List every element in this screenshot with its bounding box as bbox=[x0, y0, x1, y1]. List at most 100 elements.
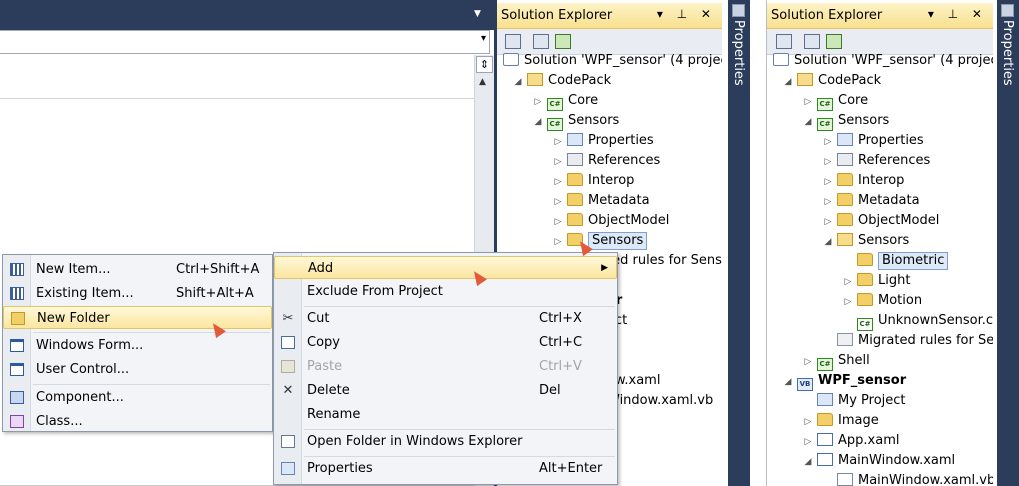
tree-item-label: Sensors bbox=[858, 233, 910, 248]
menu-item-add[interactable]: Add ▶ bbox=[274, 256, 617, 279]
properties-side-tab[interactable]: Properties bbox=[997, 0, 1019, 486]
menu-item-user-control[interactable]: User Control... bbox=[3, 358, 272, 381]
tree-item[interactable]: ▷ App.xaml bbox=[799, 431, 899, 451]
expanded-arrow-icon[interactable]: ◢ bbox=[509, 72, 527, 92]
tree-item[interactable]: ▷ Light bbox=[839, 271, 910, 291]
tree-item[interactable]: ◢ CodePack bbox=[779, 71, 881, 91]
menu-item-windows-form[interactable]: Windows Form... bbox=[3, 334, 272, 357]
collapsed-arrow-icon[interactable]: ▷ bbox=[819, 132, 837, 152]
split-handle-icon[interactable]: ⇕ bbox=[476, 56, 493, 73]
tree-item[interactable]: ▷ Interop bbox=[819, 171, 904, 191]
collapsed-arrow-icon[interactable]: ▷ bbox=[839, 292, 857, 312]
tree-item[interactable]: ◢ VB WPF_sensor bbox=[779, 371, 906, 391]
expanded-arrow-icon[interactable]: ◢ bbox=[819, 232, 837, 252]
expanded-arrow-icon[interactable]: ◢ bbox=[799, 452, 817, 472]
expanded-arrow-icon[interactable]: ◢ bbox=[779, 72, 797, 92]
solution-node[interactable]: Solution 'WPF_sensor' (4 projects) bbox=[773, 51, 993, 71]
show-all-files-icon[interactable] bbox=[533, 34, 549, 49]
tree-item[interactable]: ▷ ObjectModel bbox=[819, 211, 939, 231]
tree-item[interactable]: ▷ C# Shell bbox=[799, 351, 870, 371]
menu-item-cut[interactable]: ✂ Cut Ctrl+X bbox=[274, 307, 617, 330]
tree-item[interactable]: ◢ MainWindow.xaml bbox=[799, 451, 955, 471]
window-controls[interactable]: ▾ ⊥ ✕ bbox=[928, 7, 987, 21]
tree-item[interactable]: ◢ C# Sensors bbox=[529, 111, 619, 131]
tree-item[interactable]: ▷ Properties bbox=[819, 131, 924, 151]
pin-icon[interactable] bbox=[1001, 4, 1014, 17]
tree-item[interactable]: ▷ Sensors bbox=[549, 231, 648, 252]
tree-item-label: App.xaml bbox=[838, 433, 900, 448]
collapsed-arrow-icon[interactable]: ▷ bbox=[549, 212, 567, 232]
tree-item[interactable]: ▷ Metadata bbox=[819, 191, 920, 211]
collapse-all-icon[interactable] bbox=[776, 34, 792, 49]
collapsed-arrow-icon[interactable]: ▷ bbox=[549, 232, 567, 252]
collapsed-arrow-icon[interactable]: ▷ bbox=[549, 132, 567, 152]
properties-folder-icon bbox=[567, 133, 583, 146]
tree-item[interactable]: ▷ Motion bbox=[839, 291, 922, 311]
member-dropdown[interactable]: ▾ bbox=[0, 30, 490, 54]
expanded-arrow-icon[interactable]: ◢ bbox=[779, 372, 797, 392]
menu-item-open-folder-in-windows-explorer[interactable]: Open Folder in Windows Explorer bbox=[274, 430, 617, 453]
menu-item-copy[interactable]: Copy Ctrl+C bbox=[274, 331, 617, 354]
collapsed-arrow-icon[interactable]: ▷ bbox=[549, 192, 567, 212]
tree-item[interactable]: ▷ Interop bbox=[549, 171, 634, 191]
tree-item[interactable]: ▷ C# Core bbox=[799, 91, 868, 111]
show-all-files-icon[interactable] bbox=[804, 34, 820, 49]
menu-item-delete[interactable]: ✕ Delete Del bbox=[274, 379, 617, 402]
tree-item[interactable]: ◢ CodePack bbox=[509, 71, 611, 91]
tree-item[interactable]: MainWindow.xaml.vb bbox=[819, 471, 993, 486]
collapse-all-icon[interactable] bbox=[505, 34, 521, 49]
tree-item[interactable]: ▷ Image bbox=[799, 411, 879, 431]
tree-item[interactable]: ◢ Sensors bbox=[819, 231, 909, 251]
menu-item-paste[interactable]: Paste Ctrl+V bbox=[274, 355, 617, 378]
chevron-down-icon[interactable]: ▾ bbox=[481, 33, 486, 44]
tree-item[interactable]: ▷ References bbox=[549, 151, 660, 171]
tree-item-fragment[interactable]: ted rules for Sens bbox=[607, 251, 722, 271]
refresh-icon[interactable] bbox=[555, 34, 571, 49]
tree-item[interactable]: ▷ References bbox=[819, 151, 930, 171]
tree-item[interactable]: My Project bbox=[799, 391, 906, 411]
solution-node[interactable]: Solution 'WPF_sensor' (4 projects) bbox=[503, 51, 722, 71]
window-controls[interactable]: ▾ ⊥ ✕ bbox=[657, 7, 716, 21]
menu-item-rename[interactable]: Rename bbox=[274, 403, 617, 426]
solution-explorer-titlebar[interactable]: Solution Explorer ▾ ⊥ ✕ bbox=[497, 3, 722, 29]
solution-explorer-titlebar[interactable]: Solution Explorer ▾ ⊥ ✕ bbox=[767, 3, 993, 29]
collapsed-arrow-icon[interactable]: ▷ bbox=[799, 432, 817, 452]
menu-item-existing-item[interactable]: Existing Item... Shift+Alt+A bbox=[3, 282, 272, 305]
collapsed-arrow-icon[interactable]: ▷ bbox=[819, 192, 837, 212]
menu-item-new-item[interactable]: New Item... Ctrl+Shift+A bbox=[3, 258, 272, 281]
menu-item-component[interactable]: Component... bbox=[3, 386, 272, 409]
tree-item[interactable]: Biometric bbox=[839, 251, 949, 271]
collapsed-arrow-icon[interactable]: ▷ bbox=[549, 172, 567, 192]
tree-item-label: My Project bbox=[838, 393, 906, 408]
collapsed-arrow-icon[interactable]: ▷ bbox=[799, 412, 817, 432]
tree-item-fragment[interactable]: Window.xaml.vb bbox=[607, 391, 713, 411]
tree-item[interactable]: ▷ Metadata bbox=[549, 191, 650, 211]
collapsed-arrow-icon[interactable]: ▷ bbox=[799, 352, 817, 372]
tree-item[interactable]: C# UnknownSensor.cs bbox=[839, 311, 993, 331]
collapsed-arrow-icon[interactable]: ▷ bbox=[819, 172, 837, 192]
left-screenshot: ▼ ▾ ⇕ ▲ Solution Explorer ▾ ⊥ ✕ Solution… bbox=[0, 0, 752, 486]
collapsed-arrow-icon[interactable]: ▷ bbox=[819, 152, 837, 172]
collapsed-arrow-icon[interactable]: ▷ bbox=[529, 92, 547, 112]
properties-side-tab[interactable]: Properties bbox=[728, 0, 750, 486]
tree-item[interactable]: ▷ Properties bbox=[549, 131, 654, 151]
tree-item[interactable]: ▷ ObjectModel bbox=[549, 211, 669, 231]
menu-item-exclude-from-project[interactable]: Exclude From Project bbox=[274, 280, 617, 303]
scroll-up-arrow-icon[interactable]: ▲ bbox=[479, 77, 486, 87]
refresh-icon[interactable] bbox=[826, 34, 842, 49]
tree-item[interactable]: ▷ C# Core bbox=[529, 91, 598, 111]
menu-item-label: Open Folder in Windows Explorer bbox=[307, 434, 523, 449]
chevron-down-icon[interactable]: ▼ bbox=[474, 9, 483, 19]
tree-item[interactable]: Migrated rules for Sensors bbox=[819, 331, 993, 351]
menu-item-new-folder[interactable]: New Folder bbox=[3, 306, 272, 329]
collapsed-arrow-icon[interactable]: ▷ bbox=[819, 212, 837, 232]
expanded-arrow-icon[interactable]: ◢ bbox=[529, 112, 547, 132]
collapsed-arrow-icon[interactable]: ▷ bbox=[839, 272, 857, 292]
menu-item-class[interactable]: Class... bbox=[3, 410, 272, 433]
pin-icon[interactable] bbox=[732, 4, 745, 17]
collapsed-arrow-icon[interactable]: ▷ bbox=[799, 92, 817, 112]
collapsed-arrow-icon[interactable]: ▷ bbox=[549, 152, 567, 172]
menu-item-properties[interactable]: Properties Alt+Enter bbox=[274, 457, 617, 480]
tree-item[interactable]: ◢ C# Sensors bbox=[799, 111, 889, 131]
expanded-arrow-icon[interactable]: ◢ bbox=[799, 112, 817, 132]
